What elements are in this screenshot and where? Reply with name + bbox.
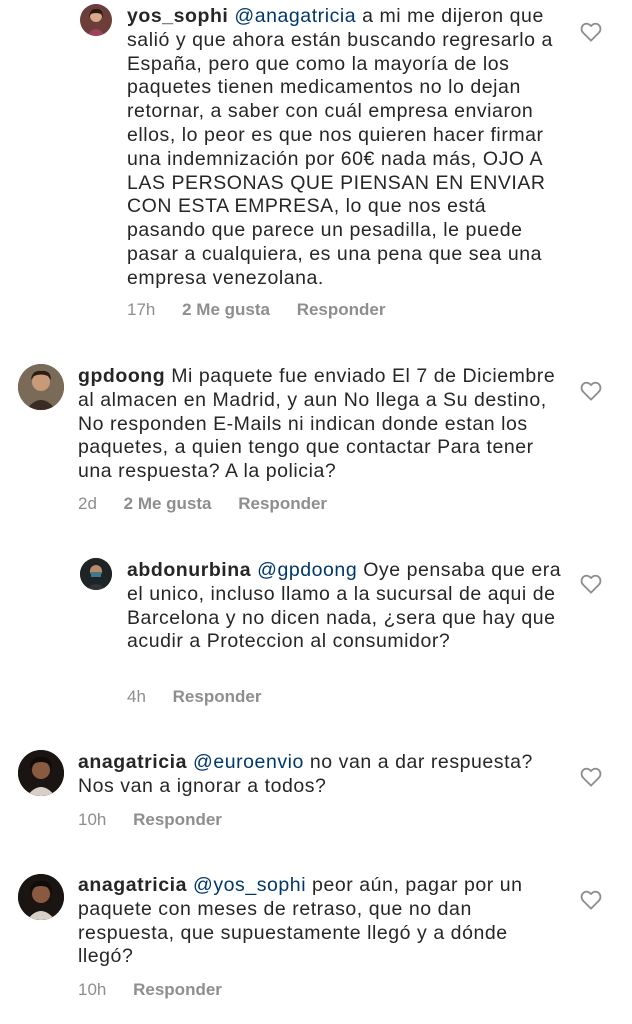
like-heart-icon[interactable] [580, 890, 602, 910]
comment-meta: 10h Responder [78, 980, 244, 1000]
comment-time[interactable]: 10h [78, 980, 106, 1000]
comment-body: anagatricia @yos_sophi peor aún, pagar p… [78, 874, 563, 969]
comment-text: a mi me dijeron que salió y que ahora es… [127, 5, 553, 289]
avatar[interactable] [80, 558, 112, 590]
comment-time[interactable]: 4h [127, 687, 146, 707]
comment-username[interactable]: anagatricia [78, 874, 187, 896]
comment-likes[interactable]: 2 Me gusta [124, 494, 212, 514]
comment-body: anagatricia @euroenvio no van a dar resp… [78, 751, 563, 799]
comment-username[interactable]: anagatricia [78, 751, 187, 773]
comment-time[interactable]: 10h [78, 810, 106, 830]
comment-mention[interactable]: @yos_sophi [193, 874, 306, 896]
comment-username[interactable]: abdonurbina [127, 559, 251, 581]
comment-username[interactable]: gpdoong [78, 365, 165, 387]
comment-body: gpdoong Mi paquete fue enviado El 7 de D… [78, 365, 563, 484]
avatar[interactable] [18, 750, 64, 796]
avatar[interactable] [18, 364, 64, 410]
comment-body: abdonurbina @gpdoong Oye pensaba que era… [127, 559, 564, 654]
like-heart-icon[interactable] [580, 574, 602, 594]
comment-meta: 10h Responder [78, 810, 244, 830]
comment-mention[interactable]: @anagatricia [234, 5, 356, 27]
like-heart-icon[interactable] [580, 767, 602, 787]
like-heart-icon[interactable] [580, 381, 602, 401]
comment-mention[interactable]: @euroenvio [193, 751, 304, 773]
comment-time[interactable]: 2d [78, 494, 97, 514]
comment-body: yos_sophi @anagatricia a mi me dijeron q… [127, 5, 564, 291]
comment-meta: 17h 2 Me gusta Responder [127, 300, 408, 320]
comment-likes[interactable]: 2 Me gusta [182, 300, 270, 320]
reply-button[interactable]: Responder [133, 980, 222, 1000]
reply-button[interactable]: Responder [133, 810, 222, 830]
comment-username[interactable]: yos_sophi [127, 5, 228, 27]
like-heart-icon[interactable] [580, 22, 602, 42]
avatar[interactable] [18, 874, 64, 920]
comment-time[interactable]: 17h [127, 300, 155, 320]
comment-meta: 2d 2 Me gusta Responder [78, 494, 349, 514]
comment-mention[interactable]: @gpdoong [257, 559, 357, 581]
avatar[interactable] [80, 4, 112, 36]
comment-meta: 4h Responder [127, 687, 283, 707]
reply-button[interactable]: Responder [238, 494, 327, 514]
reply-button[interactable]: Responder [173, 687, 262, 707]
reply-button[interactable]: Responder [297, 300, 386, 320]
